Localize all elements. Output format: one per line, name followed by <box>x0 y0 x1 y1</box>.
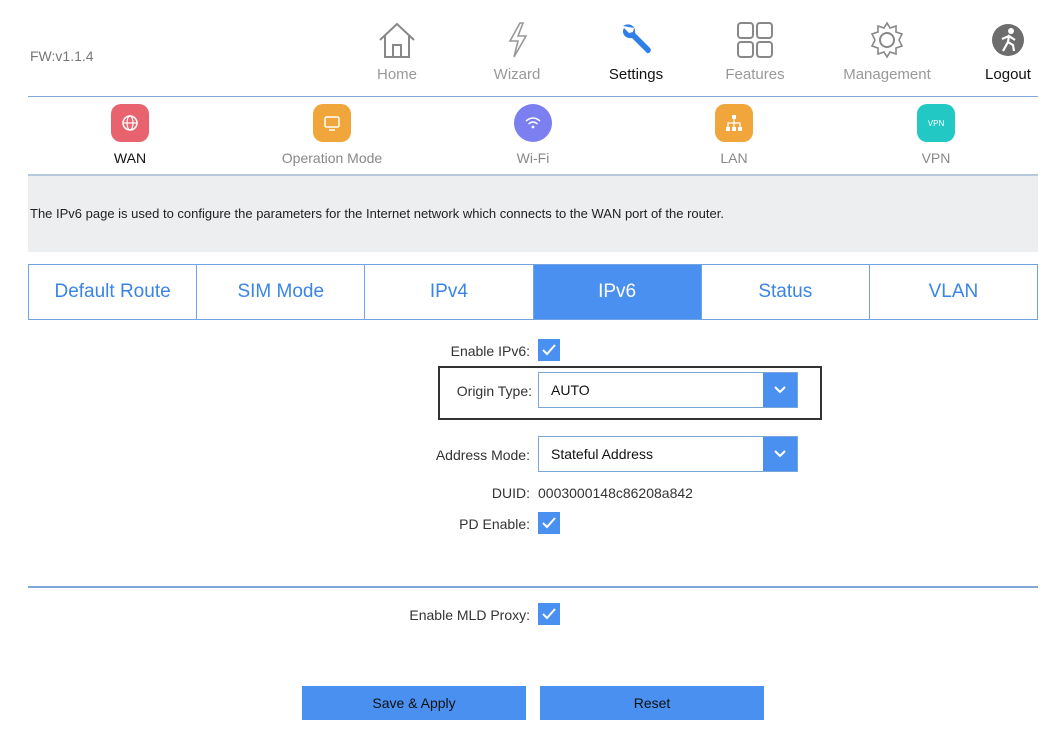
home-icon <box>342 20 452 60</box>
tab-sim-mode[interactable]: SIM Mode <box>197 265 366 319</box>
network-icon <box>715 104 753 142</box>
tab-ipv6[interactable]: IPv6 <box>533 265 702 319</box>
enable-ipv6-row: Enable IPv6: <box>0 336 1060 366</box>
gear-icon <box>832 20 942 60</box>
origin-type-select[interactable]: AUTO <box>538 372 798 408</box>
tab-ipv4[interactable]: IPv4 <box>365 265 534 319</box>
logout-icon <box>953 20 1060 60</box>
subnav-lan-label: LAN <box>720 150 748 166</box>
nav-wizard[interactable]: Wizard <box>462 20 572 83</box>
wrench-icon <box>581 20 691 60</box>
enable-mld-proxy-checkbox[interactable] <box>538 603 560 625</box>
nav-features-label: Features <box>725 66 785 83</box>
nav-settings-label: Settings <box>608 66 664 83</box>
subnav-vpn[interactable]: VPN VPN <box>866 104 1006 166</box>
duid-label: DUID: <box>491 485 530 501</box>
enable-ipv6-checkbox[interactable] <box>538 339 560 361</box>
nav-home-label: Home <box>376 66 417 83</box>
tab-vlan[interactable]: VLAN <box>870 265 1037 319</box>
nav-wizard-label: Wizard <box>493 66 541 83</box>
nav-home[interactable]: Home <box>342 20 452 83</box>
top-navigation: Home Wizard Settings Features Management… <box>0 0 1060 96</box>
sub-navigation: WAN Operation Mode Wi-Fi LAN VPN VPN <box>0 100 1060 172</box>
pd-enable-row: PD Enable: <box>0 509 1060 539</box>
subnav-wifi-label: Wi-Fi <box>516 150 550 166</box>
duid-value: 0003000148c86208a842 <box>538 485 693 501</box>
address-mode-label: Address Mode: <box>435 447 530 463</box>
nav-management-label: Management <box>843 66 931 83</box>
top-divider <box>28 96 1038 97</box>
save-apply-button[interactable]: Save & Apply <box>302 686 526 720</box>
check-icon <box>542 517 556 529</box>
tab-default-route[interactable]: Default Route <box>29 265 198 319</box>
duid-row: DUID: 0003000148c86208a842 <box>0 478 1060 508</box>
nav-features[interactable]: Features <box>700 20 810 83</box>
nav-settings[interactable]: Settings <box>581 20 691 83</box>
pd-enable-label: PD Enable: <box>459 516 530 532</box>
subnav-operation-mode[interactable]: Operation Mode <box>262 104 402 166</box>
globe-icon <box>111 104 149 142</box>
grid-icon <box>700 20 810 60</box>
subnav-wan-label: WAN <box>113 150 147 166</box>
enable-ipv6-label: Enable IPv6: <box>450 343 530 359</box>
origin-type-label: Origin Type: <box>456 383 532 399</box>
origin-type-row: Origin Type: AUTO <box>0 372 1060 408</box>
check-icon <box>542 344 556 356</box>
subnav-wifi[interactable]: Wi-Fi <box>463 104 603 166</box>
pd-enable-checkbox[interactable] <box>538 512 560 534</box>
address-mode-select[interactable]: Stateful Address <box>538 436 798 472</box>
tab-bar: Default Route SIM Mode IPv4 IPv6 Status … <box>28 264 1038 320</box>
vpn-icon: VPN <box>917 104 955 142</box>
chevron-down-icon <box>763 373 797 407</box>
subnav-operation-mode-label: Operation Mode <box>281 150 383 166</box>
subnav-lan[interactable]: LAN <box>664 104 804 166</box>
enable-mld-proxy-row: Enable MLD Proxy: <box>0 600 1060 630</box>
wizard-icon <box>462 20 572 60</box>
enable-mld-proxy-label: Enable MLD Proxy: <box>409 607 530 623</box>
page-description: The IPv6 page is used to configure the p… <box>28 176 1038 252</box>
nav-management[interactable]: Management <box>832 20 942 83</box>
subnav-wan[interactable]: WAN <box>60 104 200 166</box>
origin-type-value: AUTO <box>551 382 590 398</box>
page-description-text: The IPv6 page is used to configure the p… <box>30 206 724 221</box>
reset-button[interactable]: Reset <box>540 686 764 720</box>
tab-status[interactable]: Status <box>702 265 870 319</box>
address-mode-value: Stateful Address <box>551 446 653 462</box>
wifi-icon <box>514 104 552 142</box>
chevron-down-icon <box>763 437 797 471</box>
nav-logout[interactable]: Logout <box>953 20 1060 83</box>
nav-logout-label: Logout <box>985 66 1031 83</box>
check-icon <box>542 608 556 620</box>
section-divider <box>28 586 1038 588</box>
vpn-icon-text: VPN <box>927 118 945 128</box>
subnav-vpn-label: VPN <box>921 150 951 166</box>
address-mode-row: Address Mode: Stateful Address <box>0 436 1060 472</box>
monitor-icon <box>313 104 351 142</box>
